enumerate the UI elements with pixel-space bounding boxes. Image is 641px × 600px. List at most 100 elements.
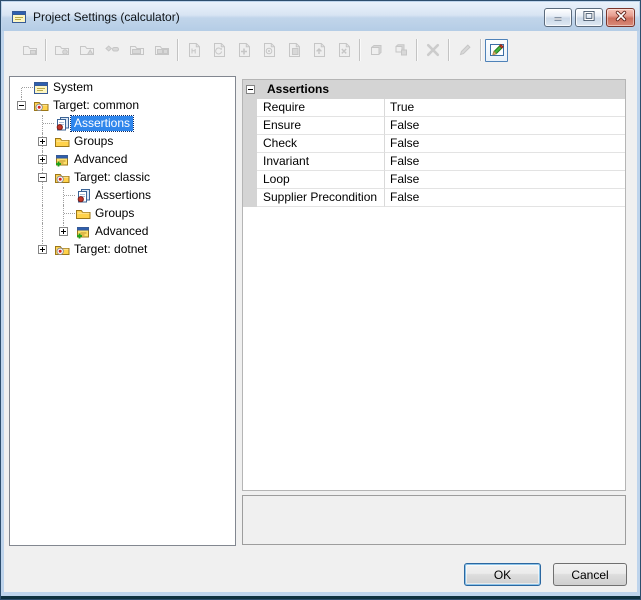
delete-icon [425,42,441,58]
target-icon [54,170,70,186]
tree-guide-line [63,187,64,205]
doc-remove-button[interactable] [332,39,355,62]
doc-target-button[interactable] [257,39,280,62]
property-gutter [243,99,257,117]
cube-icon [368,42,384,58]
ok-button[interactable]: OK [464,563,541,586]
folder-library-button[interactable] [125,39,148,62]
tree-item-target-classic[interactable]: Target: classic [10,169,235,187]
toolbar-separator [359,39,360,61]
tree-guide-line [21,88,22,97]
folder-library-icon [129,42,145,58]
cube-copy-button[interactable] [389,39,412,62]
category-row-assertions[interactable]: Assertions [243,80,625,99]
edit-gray-button[interactable] [453,39,476,62]
property-row-supplier-precondition: Supplier PreconditionFalse [243,189,625,207]
edit-button[interactable] [485,39,508,62]
folder-template-icon [79,42,95,58]
property-gutter [243,117,257,135]
assertions-icon [75,188,91,204]
tree-item-assertions[interactable]: Assertions [10,187,235,205]
tree-item-label: Advanced [92,224,151,239]
system-icon [33,80,49,96]
folder-add-button[interactable] [50,39,73,62]
property-value[interactable]: False [385,189,625,207]
property-value[interactable]: False [385,171,625,189]
cancel-button[interactable]: Cancel [553,563,627,586]
expand-icon[interactable] [59,227,68,236]
pencil-gray-icon [457,42,473,58]
delete-button[interactable] [421,39,444,62]
property-gutter [243,171,257,189]
target-icon [54,242,70,258]
key-value-icon [104,42,120,58]
tree-item-groups[interactable]: Groups [10,133,235,151]
folder-template-button[interactable] [75,39,98,62]
key-value-button[interactable] [100,39,123,62]
tree-guide-line [43,123,54,124]
tree-item-assertions[interactable]: Assertions [10,115,235,133]
project-settings-window: Project Settings (calculator) SystemTarg… [0,0,641,600]
app-icon [11,9,27,25]
close-icon [614,9,628,26]
doc-reload-button[interactable] [207,39,230,62]
expand-icon[interactable] [38,137,47,146]
library-cluster-icon [154,42,170,58]
tree-item-label: Target: common [50,98,142,113]
tree-item-groups[interactable]: Groups [10,205,235,223]
caption-buttons [544,8,635,27]
doc-h-button[interactable] [182,39,205,62]
tree-item-label: Assertions [92,188,154,203]
tree-item-label: Assertions [71,116,133,131]
toolbar-separator [480,39,481,61]
expand-icon[interactable] [38,245,47,254]
tree-item-label: Target: classic [71,170,153,185]
toolbar-separator [416,39,417,61]
settings-tree[interactable]: SystemTarget: commonAssertionsGroupsAdva… [9,76,236,546]
property-name: Require [257,99,385,117]
property-gutter [243,135,257,153]
close-button[interactable] [606,8,635,27]
collapse-icon[interactable] [17,101,26,110]
folder-add-icon [54,42,70,58]
doc-copy-icon [286,42,302,58]
doc-target-icon [261,42,277,58]
library-cluster-button[interactable] [150,39,173,62]
property-name: Supplier Precondition [257,189,385,207]
toolbar-separator [45,39,46,61]
expand-icon[interactable] [38,155,47,164]
description-panel [242,495,626,545]
collapse-icon[interactable] [246,85,255,94]
doc-add-button[interactable] [232,39,255,62]
doc-copy-button[interactable] [282,39,305,62]
tree-guide-line [42,205,43,223]
property-value[interactable]: False [385,117,625,135]
folder-save-button[interactable] [18,39,41,62]
minimize-button[interactable] [544,8,572,27]
doc-up-icon [311,42,327,58]
collapse-icon[interactable] [38,173,47,182]
property-name: Ensure [257,117,385,135]
maximize-button[interactable] [575,8,603,27]
doc-h-icon [186,42,202,58]
property-value[interactable]: True [385,99,625,117]
tree-guide-line [63,205,64,223]
tree-item-advanced[interactable]: Advanced [10,223,235,241]
tree-item-advanced[interactable]: Advanced [10,151,235,169]
tree-item-target-common[interactable]: Target: common [10,97,235,115]
tree-item-label: Groups [92,206,137,221]
doc-up-button[interactable] [307,39,330,62]
property-row-invariant: InvariantFalse [243,153,625,171]
tree-item-target-dotnet[interactable]: Target: dotnet [10,241,235,259]
cube-button[interactable] [364,39,387,62]
folder-icon [75,206,91,222]
tree-item-system[interactable]: System [10,79,235,97]
property-value[interactable]: False [385,153,625,171]
tree-guide-line [42,187,43,205]
tree-guide-line [64,213,75,214]
property-value[interactable]: False [385,135,625,153]
tree-item-label: System [50,80,96,95]
cube-copy-icon [393,42,409,58]
property-grid: Assertions RequireTrueEnsureFalseCheckFa… [242,79,626,491]
advanced-icon [54,152,70,168]
